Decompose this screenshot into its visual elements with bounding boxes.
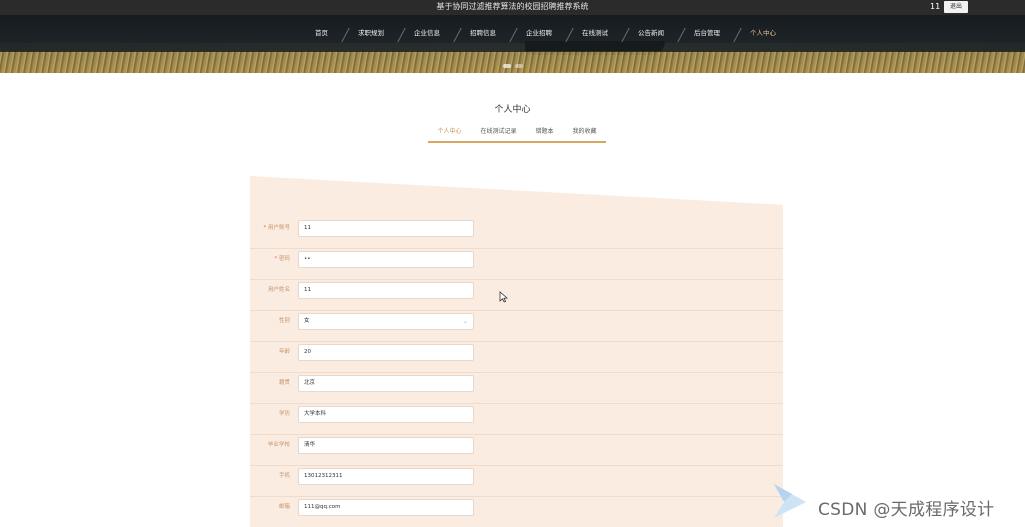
nav-item-4[interactable]: 企业招聘 — [511, 15, 567, 52]
field-value: 清华 — [304, 442, 316, 448]
field-input[interactable]: 北京 — [298, 375, 474, 392]
field-label-text: 密码 — [278, 256, 290, 262]
username-label: 11 — [930, 2, 941, 11]
field-input[interactable]: 20 — [298, 344, 474, 361]
banner-reeds — [0, 51, 1025, 73]
field-label-text: 用户账号 — [267, 225, 290, 231]
profile-tabs: 个人中心 在线测试记录 错题本 我的收藏 — [428, 124, 606, 143]
field-label: 毕业学校 — [250, 435, 290, 466]
nav-item-3[interactable]: 招聘信息 — [455, 15, 511, 52]
field-label-text: 学历 — [278, 411, 290, 417]
tab-2[interactable]: 错题本 — [535, 124, 553, 141]
field-label-text: 用户姓名 — [267, 287, 290, 293]
page-title: 个人中心 — [494, 105, 531, 115]
form-row: 学历 大学本科 — [250, 404, 783, 435]
field-label: 用户姓名 — [250, 280, 290, 311]
field-label: 邮箱 — [250, 497, 290, 527]
nav-item-0[interactable]: 首页 — [300, 15, 343, 52]
form-row: * 密码 •• — [250, 249, 783, 280]
logout-button[interactable]: 退出 — [944, 1, 968, 13]
field-input[interactable]: 111@qq.com — [298, 499, 474, 516]
field-label-text: 邮箱 — [278, 504, 290, 510]
field-value: 20 — [304, 349, 311, 355]
field-label: 籍贯 — [250, 373, 290, 404]
form-row: 籍贯 北京 — [250, 373, 783, 404]
field-input[interactable]: 11 — [298, 220, 474, 237]
nav-list: 首页 求职规划 企业信息 招聘信息 企业招聘 在线测试 公告新闻 后台管理 个人中心 — [300, 15, 791, 52]
carousel-dot-1[interactable] — [503, 64, 511, 68]
watermark-text: CSDN @天成程序设计 — [818, 500, 995, 520]
field-value: 北京 — [304, 380, 316, 386]
form-row: 毕业学校 清华 — [250, 435, 783, 466]
nav-item-2[interactable]: 企业信息 — [399, 15, 455, 52]
app-title: 基于协同过滤推荐算法的校园招聘推荐系统 — [436, 2, 589, 11]
field-label-text: 性别 — [278, 318, 290, 324]
field-label: * 密码 — [250, 249, 290, 280]
field-label-text: 毕业学校 — [267, 442, 290, 448]
field-label: * 用户账号 — [250, 218, 290, 249]
field-label: 年龄 — [250, 342, 290, 373]
form-row: 年龄 20 — [250, 342, 783, 373]
nav-item-8[interactable]: 个人中心 — [735, 15, 791, 52]
main-nav: 首页 求职规划 企业信息 招聘信息 企业招聘 在线测试 公告新闻 后台管理 个人中心 — [0, 15, 1025, 52]
field-value: 11 — [304, 225, 311, 231]
field-label-text: 年龄 — [278, 349, 290, 355]
top-bar: 基于协同过滤推荐算法的校园招聘推荐系统 11 退出 — [0, 0, 1025, 15]
field-label-text: 手机 — [278, 473, 290, 479]
chevron-down-icon: ⌄ — [462, 318, 468, 325]
form-row: * 用户账号 11 — [250, 218, 783, 249]
field-value: •• — [304, 256, 311, 262]
gender-select[interactable]: 女 ⌄ — [298, 313, 474, 330]
field-input[interactable]: 清华 — [298, 437, 474, 454]
field-label: 手机 — [250, 466, 290, 497]
tab-0[interactable]: 个人中心 — [437, 124, 461, 141]
form-row: 用户姓名 11 — [250, 280, 783, 311]
field-label: 学历 — [250, 404, 290, 435]
field-value: 13012312311 — [304, 473, 343, 479]
tab-1[interactable]: 在线测试记录 — [480, 124, 516, 141]
csdn-watermark: CSDN @天成程序设计 — [772, 478, 1025, 527]
field-value: 11 — [304, 287, 311, 293]
field-input[interactable]: 大学本科 — [298, 406, 474, 423]
field-value: 女 — [304, 318, 310, 324]
field-value: 大学本科 — [304, 411, 327, 417]
field-input[interactable]: •• — [298, 251, 474, 268]
nav-item-7[interactable]: 后台管理 — [679, 15, 735, 52]
form-row: 手机 13012312311 — [250, 466, 783, 497]
form-row: 邮箱 111@qq.com — [250, 497, 783, 527]
field-label-text: 籍贯 — [278, 380, 290, 386]
tab-3[interactable]: 我的收藏 — [572, 124, 596, 141]
form-row: 性别女 ⌄ — [250, 311, 783, 342]
field-value: 111@qq.com — [304, 504, 341, 510]
nav-item-1[interactable]: 求职规划 — [343, 15, 399, 52]
field-input[interactable]: 13012312311 — [298, 468, 474, 485]
mouse-cursor-icon — [499, 291, 508, 303]
nav-item-6[interactable]: 公告新闻 — [623, 15, 679, 52]
nav-item-5[interactable]: 在线测试 — [567, 15, 623, 52]
field-label: 性别 — [250, 311, 290, 342]
carousel-dot-2[interactable] — [515, 64, 523, 68]
field-input[interactable]: 11 — [298, 282, 474, 299]
csdn-logo-icon — [774, 484, 806, 518]
